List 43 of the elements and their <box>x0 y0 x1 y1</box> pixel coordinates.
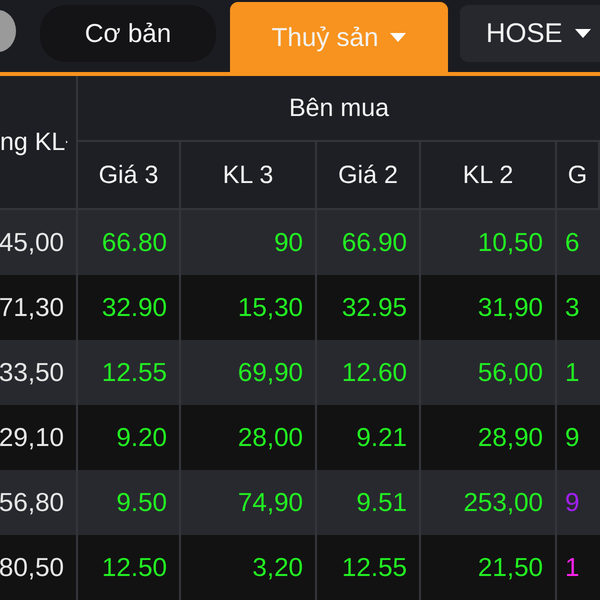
table-cell: 32.90 <box>78 275 181 340</box>
table-cell: 28,90 <box>421 405 557 470</box>
table-cell: 9.20 <box>78 405 181 470</box>
table-cell: 9.21 <box>317 405 421 470</box>
table-cell: 253,00 <box>421 470 557 535</box>
table-cell: 12.60 <box>317 340 421 405</box>
column-header: Giá 2 <box>317 142 421 210</box>
table-cell: 12.55 <box>78 340 181 405</box>
table-cell: 33,50 <box>0 340 78 405</box>
table-cell: 9 <box>557 470 600 535</box>
table-cell: 3,20 <box>181 535 317 600</box>
table-cell: 29,10 <box>0 405 78 470</box>
table-cell: 31,90 <box>421 275 557 340</box>
table-cell: 1 <box>557 535 600 600</box>
table-cell: 32.95 <box>317 275 421 340</box>
table-cell: 10,50 <box>421 210 557 275</box>
table-cell: 80,50 <box>0 535 78 600</box>
table-cell: 21,50 <box>421 535 557 600</box>
table-cell: 9 <box>557 405 600 470</box>
table-cell: 28,00 <box>181 405 317 470</box>
tab[interactable]: HOSE <box>460 5 600 62</box>
table-cell: 71,30 <box>0 275 78 340</box>
column-header: KL 2 <box>421 142 557 210</box>
table-cell: 56,80 <box>0 470 78 535</box>
table-cell: 90 <box>181 210 317 275</box>
table-cell: 74,90 <box>181 470 317 535</box>
column-title: ng KL <box>0 128 66 156</box>
table-cell: 66.90 <box>317 210 421 275</box>
column-header: G <box>557 142 600 210</box>
table-cell: 9.50 <box>78 470 181 535</box>
table-cell: 12.55 <box>317 535 421 600</box>
table-cell: 56,00 <box>421 340 557 405</box>
table-cell: 6 <box>557 210 600 275</box>
table-cell: 69,90 <box>181 340 317 405</box>
column-header: Giá 3 <box>78 142 181 210</box>
table-cell: 66.80 <box>78 210 181 275</box>
table-cell: 9.51 <box>317 470 421 535</box>
table-cell: 15,30 <box>181 275 317 340</box>
table-cell: 12.50 <box>78 535 181 600</box>
table-cell: 1 <box>557 340 600 405</box>
tab[interactable]: Cơ bản <box>40 5 216 62</box>
table-cell: 3 <box>557 275 600 340</box>
column-header: KL 3 <box>181 142 317 210</box>
